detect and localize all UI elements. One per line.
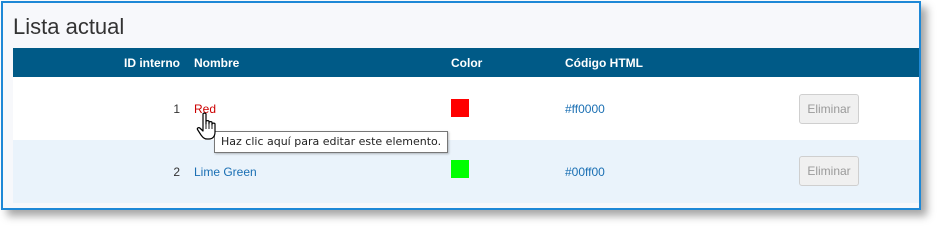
hand-pointer-icon: [196, 112, 216, 140]
row-id: 2: [173, 165, 180, 179]
table-row: 1 Red #ff0000 Eliminar: [13, 77, 919, 140]
row-name: Lime Green: [194, 165, 257, 179]
table-header: ID interno Nombre Color Código HTML: [13, 48, 919, 77]
edit-link-lime-green[interactable]: Lime Green: [194, 165, 257, 179]
code-link-lime-green[interactable]: #00ff00: [565, 165, 605, 179]
row-code: #00ff00: [565, 165, 605, 179]
delete-button[interactable]: Eliminar: [799, 156, 859, 186]
table-row: 2 Lime Green #00ff00 Eliminar: [13, 140, 919, 203]
color-swatch-lime-green: [451, 160, 469, 178]
column-header-id: ID interno: [124, 56, 180, 70]
delete-button[interactable]: Eliminar: [799, 94, 859, 124]
color-table: ID interno Nombre Color Código HTML 1 Re…: [13, 48, 919, 203]
section-title: Lista actual: [13, 14, 125, 39]
code-link-red[interactable]: #ff0000: [565, 102, 605, 116]
edit-tooltip: Haz clic aquí para editar este elemento.: [214, 131, 449, 153]
current-list-panel: Lista actual ID interno Nombre Color Cód…: [1, 1, 921, 210]
column-header-color: Color: [451, 56, 483, 70]
row-code: #ff0000: [565, 102, 605, 116]
column-header-code: Código HTML: [565, 56, 643, 70]
column-header-name: Nombre: [194, 56, 240, 70]
color-swatch-red: [451, 99, 469, 117]
row-id: 1: [173, 102, 180, 116]
